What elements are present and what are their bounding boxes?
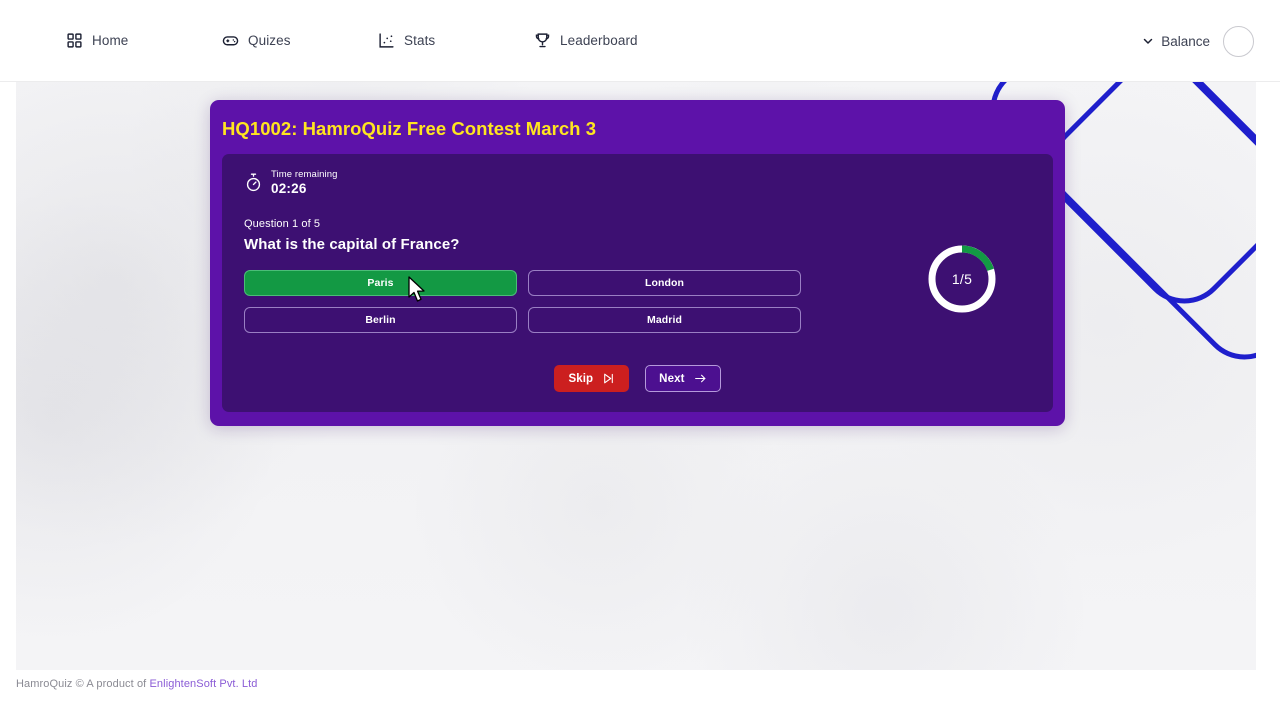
main-nav: Home Quizes Stats Leaderboard [66, 32, 638, 49]
nav-label-stats: Stats [404, 33, 436, 48]
stats-icon [378, 32, 395, 49]
option-label-2: London [644, 276, 685, 289]
chevron-down-icon [1142, 35, 1154, 47]
avatar[interactable] [1223, 25, 1254, 57]
timer: Time remaining 02:26 [244, 169, 1031, 196]
next-button-label: Next [659, 372, 685, 385]
quiz-actions: Skip Next [222, 365, 1053, 392]
nav-item-leaderboard[interactable]: Leaderboard [534, 32, 638, 49]
footer-text-block: HamroQuiz © A product of EnlightenSoft P… [16, 678, 1280, 690]
option-button-2[interactable]: London [528, 269, 801, 296]
option-label-1: Paris [367, 276, 394, 289]
top-header: Home Quizes Stats Leaderboard Balance [0, 0, 1280, 82]
progress-ring: 1/5 [925, 242, 999, 316]
nav-item-quizes[interactable]: Quizes [222, 32, 378, 49]
grid-icon [66, 32, 83, 49]
page-footer: HamroQuiz © A product of EnlightenSoft P… [0, 670, 1280, 720]
question-text: What is the capital of France? [244, 235, 460, 253]
timer-caption: Time remaining [271, 169, 338, 180]
nav-label-leaderboard: Leaderboard [560, 33, 638, 48]
stopwatch-icon [244, 172, 263, 193]
balance-label: Balance [1161, 33, 1210, 49]
header-right-group: Balance [1142, 0, 1254, 82]
nav-label-home: Home [92, 33, 129, 48]
answer-options: Paris London Berlin Madrid [244, 269, 801, 333]
skip-forward-icon [602, 372, 615, 385]
option-button-4[interactable]: Madrid [528, 306, 801, 333]
balance-dropdown[interactable]: Balance [1142, 34, 1210, 49]
nav-item-home[interactable]: Home [66, 32, 222, 49]
option-button-3[interactable]: Berlin [244, 306, 517, 333]
option-label-4: Madrid [646, 313, 683, 326]
nav-label-quizes: Quizes [248, 33, 291, 48]
nav-item-stats[interactable]: Stats [378, 32, 534, 49]
next-button[interactable]: Next [645, 365, 721, 392]
question-counter: Question 1 of 5 [244, 217, 321, 230]
arrow-right-icon [694, 372, 707, 385]
footer-copyright-text: HamroQuiz © A product of [16, 678, 150, 690]
quiz-title: HQ1002: HamroQuiz Free Contest March 3 [222, 118, 597, 139]
timer-value: 02:26 [271, 180, 307, 196]
skip-button-label: Skip [568, 372, 594, 385]
progress-ring-label: 1/5 [951, 271, 973, 287]
option-label-3: Berlin [365, 313, 396, 326]
deco-rounded-rect-2 [1032, 82, 1256, 378]
trophy-icon [534, 32, 551, 49]
quiz-card: HQ1002: HamroQuiz Free Contest March 3 T… [210, 100, 1065, 426]
option-button-1[interactable]: Paris [244, 269, 517, 296]
footer-company-link[interactable]: EnlightenSoft Pvt. Ltd [150, 678, 258, 690]
quiz-panel: Time remaining 02:26 Question 1 of 5 Wha… [222, 154, 1053, 412]
skip-button[interactable]: Skip [554, 365, 630, 392]
gamepad-icon [222, 32, 239, 49]
